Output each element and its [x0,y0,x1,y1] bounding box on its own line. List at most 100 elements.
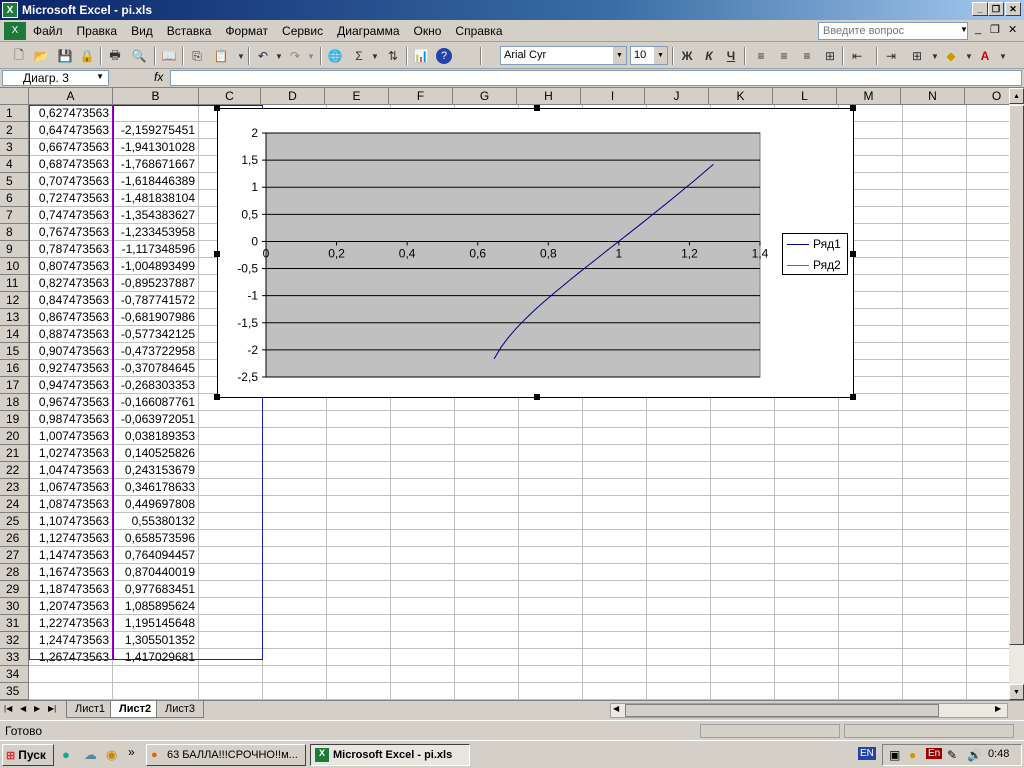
row-header[interactable]: 2 [0,122,29,139]
cell-empty[interactable] [583,598,647,615]
cell-b[interactable]: -0,166087761 [113,394,199,411]
row-header[interactable]: 15 [0,343,29,360]
menu-tools[interactable]: Сервис [275,24,330,38]
cell-b[interactable]: 1,085895624 [113,598,199,615]
open-icon[interactable]: 📂 [32,47,50,65]
cell-empty[interactable] [903,105,967,122]
cell-a[interactable]: 0,947473563 [29,377,113,394]
cell-empty[interactable] [519,445,583,462]
cell-empty[interactable] [327,445,391,462]
cell-empty[interactable] [263,428,327,445]
cell-b[interactable]: -0,577342125 [113,326,199,343]
cell-empty[interactable] [391,496,455,513]
cell-empty[interactable] [199,496,263,513]
cell-empty[interactable] [583,428,647,445]
row-header[interactable]: 12 [0,292,29,309]
cell-empty[interactable] [839,547,903,564]
cell-a[interactable]: 1,147473563 [29,547,113,564]
decrease-indent-icon[interactable]: ⇤ [848,47,866,65]
cell-empty[interactable] [263,547,327,564]
row-header[interactable]: 28 [0,564,29,581]
row-header[interactable]: 30 [0,598,29,615]
cell-b[interactable]: -1,11734859б [113,241,199,258]
cell-empty[interactable] [327,462,391,479]
font-color-dropdown-icon[interactable]: ▼ [994,47,1012,65]
cell-empty[interactable] [903,394,967,411]
cell-a[interactable]: 0,987473563 [29,411,113,428]
cell-empty[interactable] [391,530,455,547]
cell-empty[interactable] [903,462,967,479]
cell-b[interactable]: 1,195145648 [113,615,199,632]
cell-empty[interactable] [263,530,327,547]
hyperlink-icon[interactable]: 🌐 [326,47,344,65]
cell-empty[interactable] [967,683,1009,700]
cell-empty[interactable] [583,530,647,547]
cell-empty[interactable] [199,530,263,547]
cell-empty[interactable] [327,479,391,496]
font-size-select[interactable]: 10 ▼ [630,46,668,65]
resize-handle[interactable] [850,251,856,257]
cell-empty[interactable] [647,479,711,496]
cell-empty[interactable] [839,683,903,700]
name-box[interactable]: Диагр. 3 ▼ [2,70,109,86]
column-header-o[interactable]: O [965,88,1009,105]
cell-empty[interactable] [455,547,519,564]
chart-legend[interactable]: Ряд1 Ряд2 [782,233,848,275]
cell-empty[interactable] [391,428,455,445]
row-header[interactable]: 5 [0,173,29,190]
row-header[interactable]: 3 [0,139,29,156]
ask-dropdown-icon[interactable]: ▼ [960,25,968,34]
cell-empty[interactable] [903,343,967,360]
task-excel[interactable]: X Microsoft Excel - pi.xls [310,744,470,766]
cell-empty[interactable] [455,581,519,598]
cell-b[interactable]: -0,268303353 [113,377,199,394]
cell-empty[interactable] [967,173,1009,190]
resize-handle[interactable] [214,251,220,257]
column-header-g[interactable]: G [453,88,517,105]
cell-empty[interactable] [327,547,391,564]
cell-empty[interactable] [455,411,519,428]
doc-restore-icon[interactable]: ❐ [990,23,1000,36]
cell-empty[interactable] [391,462,455,479]
cell-empty[interactable] [327,683,391,700]
cell-empty[interactable] [391,683,455,700]
cell-a[interactable]: 1,267473563 [29,649,113,666]
cell-a[interactable]: 0,847473563 [29,292,113,309]
cell-empty[interactable] [263,564,327,581]
cell-empty[interactable] [903,292,967,309]
cell-empty[interactable] [967,666,1009,683]
cell-empty[interactable] [775,632,839,649]
cell-empty[interactable] [839,445,903,462]
cell-empty[interactable] [967,564,1009,581]
cell-empty[interactable] [199,513,263,530]
cell-empty[interactable] [711,513,775,530]
cell-empty[interactable] [455,462,519,479]
cell-empty[interactable] [967,496,1009,513]
quicklaunch-more-icon[interactable]: » [128,745,135,759]
cell-empty[interactable] [903,258,967,275]
cell-a[interactable]: 1,127473563 [29,530,113,547]
cell-empty[interactable] [647,649,711,666]
cell-empty[interactable] [455,615,519,632]
cell-empty[interactable] [967,224,1009,241]
first-sheet-icon[interactable]: |◀ [4,704,12,713]
cell-empty[interactable] [839,411,903,428]
column-header-d[interactable]: D [261,88,325,105]
cell-a[interactable]: 1,167473563 [29,564,113,581]
cell-empty[interactable] [647,428,711,445]
cell-empty[interactable] [455,564,519,581]
cell-empty[interactable] [775,615,839,632]
cell-a[interactable]: 1,207473563 [29,598,113,615]
row-header[interactable]: 17 [0,377,29,394]
cell-a[interactable]: 0,767473563 [29,224,113,241]
cell-a[interactable]: 1,027473563 [29,445,113,462]
cell-empty[interactable] [199,547,263,564]
cell-empty[interactable] [967,513,1009,530]
cell-empty[interactable] [711,411,775,428]
merge-center-icon[interactable]: ⊞ [821,47,839,65]
row-header[interactable]: 14 [0,326,29,343]
start-button[interactable]: ⊞ Пуск [2,744,54,766]
cell-empty[interactable] [583,411,647,428]
quicklaunch-globe-icon[interactable]: ● [62,747,70,762]
cell-empty[interactable] [903,309,967,326]
